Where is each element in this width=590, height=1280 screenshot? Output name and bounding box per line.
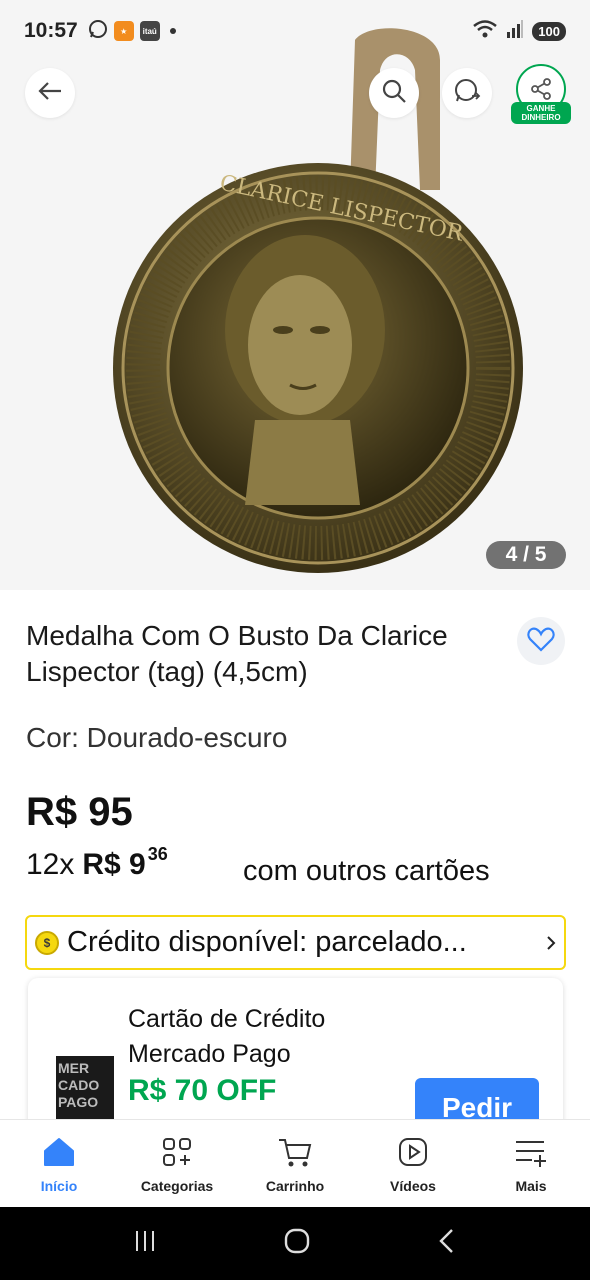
nav-more[interactable]: Mais — [472, 1120, 590, 1207]
wifi-icon — [472, 19, 498, 44]
status-bar: 10:57 ★ itaú 100 — [0, 0, 590, 62]
notification-icons: ★ itaú — [88, 19, 176, 44]
app-notification-icon: ★ — [113, 21, 134, 41]
installment-count: 12x — [26, 848, 75, 881]
back-nav-button[interactable] — [437, 1228, 457, 1259]
card-offer-discount: R$ 70 OFF — [128, 1074, 277, 1107]
home-button[interactable] — [283, 1227, 311, 1260]
bank-icon: itaú — [139, 21, 160, 41]
heart-icon — [527, 626, 555, 657]
nav-videos[interactable]: Vídeos — [354, 1120, 472, 1207]
recent-apps-button[interactable] — [133, 1229, 157, 1258]
credit-available-bar[interactable]: $ Crédito disponível: parcelado... — [25, 915, 566, 970]
cart-icon — [277, 1134, 313, 1170]
installments: 12x R$ 9 36 — [26, 844, 168, 882]
product-title: Medalha Com O Busto Da Clarice Lispector… — [26, 620, 448, 687]
whatsapp-icon — [88, 19, 108, 44]
credit-text: Crédito disponível: parcelado... — [67, 926, 467, 958]
chevron-right-icon — [538, 934, 564, 952]
variant-color: Cor: Dourado-escuro — [26, 722, 288, 753]
arrow-left-icon — [37, 80, 63, 107]
earn-money-label: GANHE DINHEIRO — [511, 102, 571, 124]
earn-money-button[interactable]: GANHE DINHEIRO — [509, 64, 573, 126]
coin-icon: $ — [35, 930, 59, 955]
battery-indicator: 100 — [532, 21, 566, 41]
search-icon — [381, 78, 407, 109]
back-button[interactable] — [25, 68, 75, 118]
categories-icon — [159, 1134, 195, 1170]
nav-home[interactable]: Início — [0, 1120, 118, 1207]
bottom-navigation: Início Categorias Carrinho Vídeos Mais — [0, 1119, 590, 1207]
signal-icon — [506, 19, 524, 43]
android-navigation-bar — [0, 1207, 590, 1280]
medal-image: CLARICE LISPECTOR — [113, 28, 523, 573]
image-counter: 4 / 5 — [486, 541, 566, 569]
home-icon — [41, 1134, 77, 1170]
share-whatsapp-button[interactable] — [442, 68, 492, 118]
whatsapp-icon — [453, 77, 481, 110]
more-icon — [513, 1134, 549, 1170]
product-image-gallery[interactable]: CLARICE LISPECTOR — [0, 0, 590, 590]
more-notifications-dot — [169, 28, 176, 34]
favorite-button[interactable] — [517, 617, 565, 665]
video-icon — [395, 1134, 431, 1170]
nav-cart[interactable]: Carrinho — [236, 1120, 354, 1207]
card-offer-title: Cartão de Crédito Mercado Pago — [128, 1005, 326, 1068]
status-time: 10:57 — [24, 19, 78, 42]
nav-categories[interactable]: Categorias — [118, 1120, 236, 1207]
installment-cents: 36 — [147, 844, 168, 864]
search-button[interactable] — [369, 68, 419, 118]
installment-price: R$ 9 — [82, 848, 146, 881]
installment-extra: com outros cartões — [243, 855, 490, 887]
product-price: R$ 95 — [26, 790, 133, 834]
